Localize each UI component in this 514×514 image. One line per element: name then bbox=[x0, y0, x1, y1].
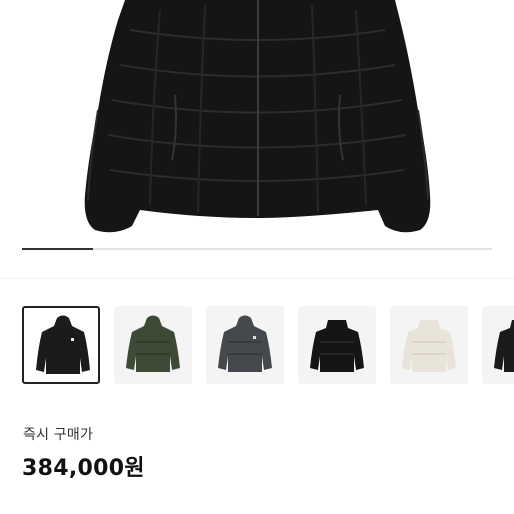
gallery-progress-track bbox=[22, 248, 492, 250]
thumbnail-charcoal-hooded-jacket[interactable] bbox=[206, 306, 284, 384]
gallery-progress-indicator bbox=[22, 248, 93, 250]
black-hooded-jacket-image bbox=[36, 315, 90, 374]
ivory-collar-jacket-image bbox=[402, 320, 456, 372]
olive-hooded-jacket-image bbox=[126, 315, 180, 372]
thumbnail-ivory-collar-jacket[interactable] bbox=[390, 306, 468, 384]
price-value: 384,000원 bbox=[22, 456, 145, 481]
price-label: 즉시 구매가 bbox=[23, 427, 94, 443]
black-collar-jacket-image bbox=[310, 320, 364, 372]
black-jacket-partial-image bbox=[494, 320, 514, 372]
product-hero-image[interactable] bbox=[0, 0, 514, 278]
puffer-jacket-image bbox=[84, 0, 431, 233]
charcoal-hooded-jacket-image bbox=[218, 315, 272, 372]
thumbnail-black-collar-jacket[interactable] bbox=[298, 306, 376, 384]
thumbnail-olive-hooded-jacket[interactable] bbox=[114, 306, 192, 384]
thumbnail-strip[interactable] bbox=[0, 306, 514, 388]
thumbnail-black-hooded-jacket[interactable] bbox=[22, 306, 100, 384]
section-divider bbox=[0, 278, 514, 279]
thumbnail-black-jacket-partial[interactable] bbox=[482, 306, 514, 384]
